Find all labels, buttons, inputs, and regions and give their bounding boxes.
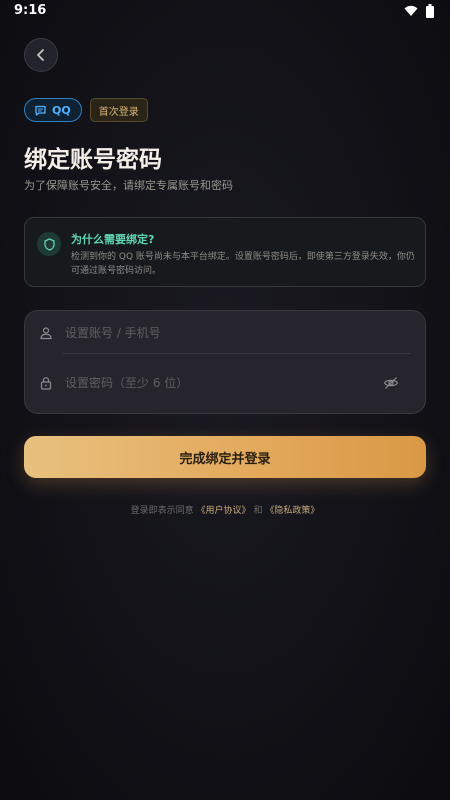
first-login-badge: 首次登录 bbox=[89, 98, 148, 122]
qq-badge-label: QQ bbox=[52, 103, 71, 117]
status-icons bbox=[404, 4, 434, 18]
shield-icon bbox=[43, 237, 55, 251]
status-time: 9:16 bbox=[14, 3, 47, 18]
info-text: 检测到你的 QQ 账号尚未与本平台绑定。设置账号密码后，即使第三方登录失效，你仍… bbox=[71, 252, 415, 276]
complete-binding-button[interactable]: 完成绑定并登录 bbox=[24, 436, 426, 478]
form-divider bbox=[63, 353, 411, 354]
chat-icon bbox=[35, 105, 46, 116]
agreement-and: 和 bbox=[253, 506, 263, 516]
page-subtitle: 为了保障账号安全，请绑定专属账号和密码 bbox=[24, 179, 233, 192]
account-input[interactable] bbox=[63, 320, 367, 346]
info-card: 为什么需要绑定? 检测到你的 QQ 账号尚未与本平台绑定。设置账号密码后，即使第… bbox=[24, 217, 426, 287]
back-button[interactable] bbox=[24, 38, 58, 72]
chevron-left-icon bbox=[37, 49, 44, 61]
terms-link[interactable]: 《用户协议》 bbox=[197, 506, 251, 516]
user-icon bbox=[40, 327, 52, 340]
wifi-icon bbox=[404, 5, 418, 16]
shield-icon-wrapper bbox=[37, 232, 61, 256]
status-bar: 9:16 bbox=[0, 0, 450, 26]
eye-off-icon[interactable] bbox=[383, 375, 399, 391]
qq-badge: QQ bbox=[24, 98, 82, 122]
password-input[interactable] bbox=[63, 370, 367, 396]
bind-form bbox=[24, 310, 426, 414]
battery-icon bbox=[426, 4, 434, 18]
login-badges: QQ 首次登录 bbox=[24, 98, 148, 122]
privacy-link[interactable]: 《隐私政策》 bbox=[265, 506, 319, 516]
info-title: 为什么需要绑定? bbox=[71, 233, 155, 246]
lock-icon bbox=[40, 377, 52, 390]
account-row bbox=[25, 311, 425, 355]
password-row bbox=[25, 361, 425, 405]
agreement-text: 登录即表示同意 《用户协议》 和 《隐私政策》 bbox=[0, 503, 450, 516]
agreement-prefix: 登录即表示同意 bbox=[130, 506, 194, 516]
page-title: 绑定账号密码 bbox=[24, 147, 162, 173]
